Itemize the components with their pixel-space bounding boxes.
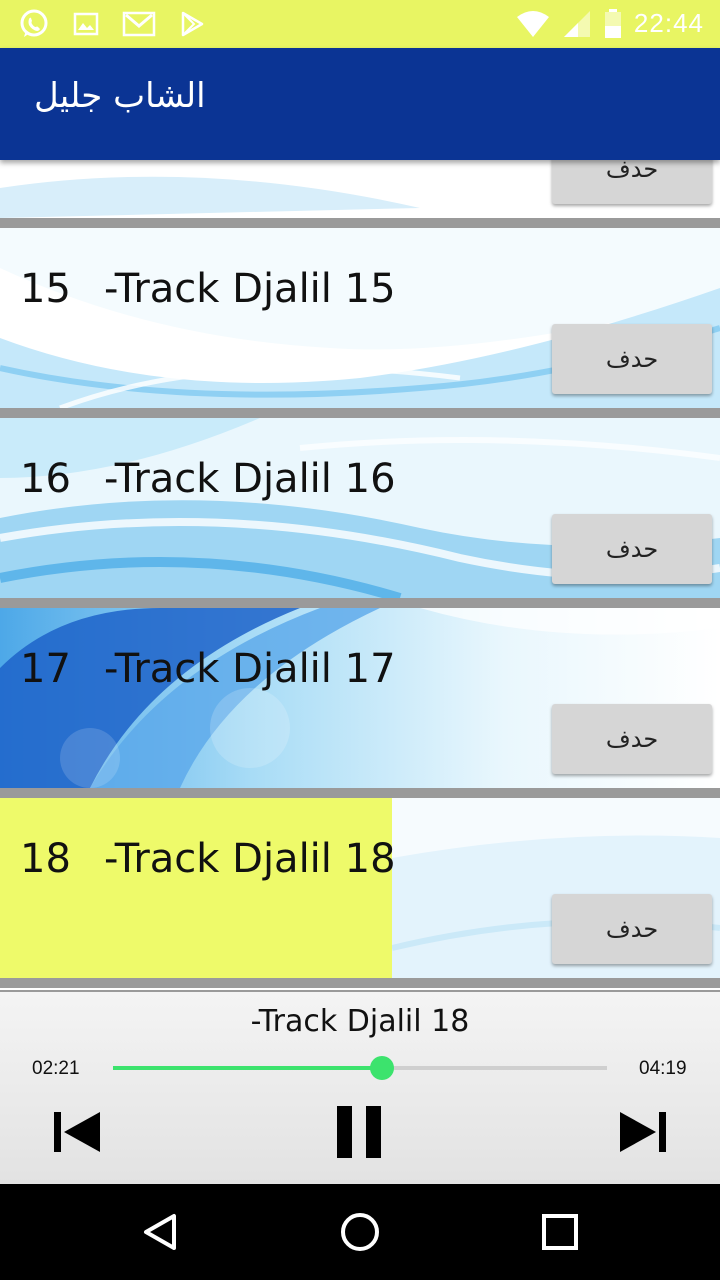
track-title: -Track Djalil 15 — [104, 266, 396, 312]
battery-icon — [604, 8, 621, 38]
divider — [0, 978, 720, 988]
wifi-icon — [516, 10, 549, 37]
back-button[interactable] — [132, 1204, 188, 1260]
track-number: 16 — [20, 456, 71, 502]
signal-icon — [563, 10, 590, 37]
track-title: -Track Djalil 18 — [104, 836, 396, 882]
divider — [0, 218, 720, 228]
media-player: -Track Djalil 18 02:21 04:19 — [0, 990, 720, 1186]
list-item-selected[interactable]: 18 -Track Djalil 18 حدف — [0, 798, 720, 978]
play-store-icon — [181, 11, 204, 37]
app-bar: الشاب جليل — [0, 48, 720, 160]
pause-icon — [337, 1106, 381, 1158]
skip-previous-icon — [54, 1112, 100, 1152]
track-title: -Track Djalil 16 — [104, 456, 396, 502]
now-playing-title: -Track Djalil 18 — [250, 1004, 470, 1039]
navigation-bar — [0, 1184, 720, 1280]
total-duration: 04:19 — [639, 1058, 687, 1079]
gmail-icon — [122, 11, 156, 37]
seek-thumb[interactable] — [369, 1056, 394, 1080]
pause-button[interactable] — [328, 1100, 392, 1164]
delete-button[interactable]: حدف — [552, 894, 712, 964]
delete-button[interactable]: حدف — [552, 704, 712, 774]
delete-button[interactable]: حدف — [552, 160, 712, 204]
track-list[interactable]: حدف 15 -Track Djalil 15 حدف 16 -Track Dj… — [0, 160, 720, 990]
list-item[interactable]: 15 -Track Djalil 15 حدف — [0, 228, 720, 408]
image-icon — [73, 12, 99, 36]
track-title: -Track Djalil 17 — [104, 646, 396, 692]
list-item[interactable]: 17 -Track Djalil 17 حدف — [0, 608, 720, 788]
track-number: 18 — [20, 836, 71, 882]
recents-button[interactable] — [532, 1204, 588, 1260]
app-title: الشاب جليل — [34, 76, 206, 116]
list-item[interactable]: حدف — [0, 160, 720, 218]
seek-bar[interactable] — [113, 1056, 607, 1080]
next-button[interactable] — [610, 1100, 674, 1164]
skip-next-icon — [620, 1112, 666, 1152]
list-item[interactable]: 16 -Track Djalil 16 حدف — [0, 418, 720, 598]
track-number: 17 — [20, 646, 71, 692]
notification-icons — [18, 8, 206, 40]
elapsed-time: 02:21 — [32, 1058, 80, 1079]
divider — [0, 598, 720, 608]
system-icons: 22:44 — [516, 8, 704, 39]
divider — [0, 788, 720, 798]
divider — [0, 408, 720, 418]
delete-button[interactable]: حدف — [552, 514, 712, 584]
home-button[interactable] — [332, 1204, 388, 1260]
status-time: 22:44 — [633, 8, 704, 38]
track-number: 15 — [20, 266, 71, 312]
previous-button[interactable] — [46, 1100, 110, 1164]
home-icon — [341, 1213, 379, 1251]
delete-button[interactable]: حدف — [552, 324, 712, 394]
back-icon — [144, 1214, 176, 1250]
recents-icon — [542, 1214, 578, 1250]
selection-highlight — [0, 798, 392, 978]
seek-bar-progress — [113, 1066, 382, 1070]
status-bar: 22:44 — [0, 0, 720, 48]
whatsapp-icon — [20, 9, 48, 37]
